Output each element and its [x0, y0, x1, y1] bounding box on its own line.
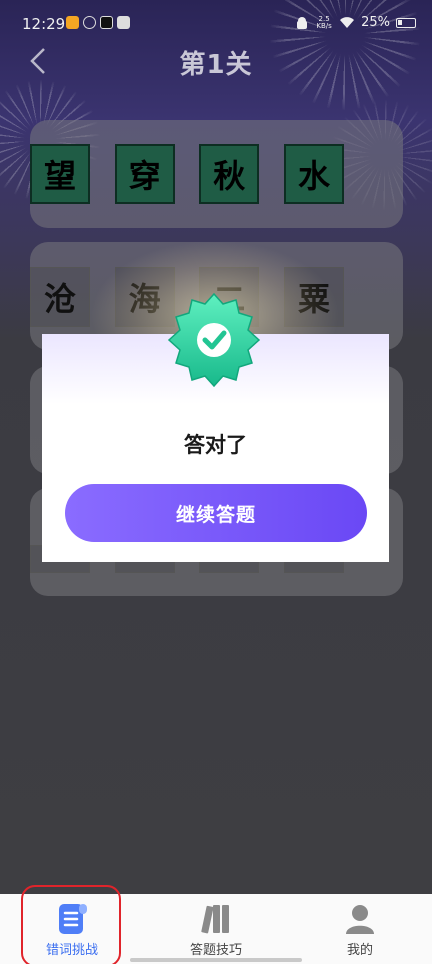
dialog-title: 答对了 [184, 433, 247, 457]
nav-item-profile[interactable]: 我的 [288, 894, 432, 964]
notification-icons [66, 16, 130, 29]
nav-item-answer-tips[interactable]: 答题技巧 [144, 894, 288, 964]
char-tile[interactable]: 穿 [114, 144, 175, 204]
wifi-icon [340, 17, 355, 28]
status-bar: 12:29 2.5 KB/s 25% [0, 0, 432, 50]
home-indicator[interactable] [130, 958, 302, 962]
idiom-row-1: 望 穿 秋 水 [30, 144, 344, 204]
message-icon [117, 16, 130, 29]
status-time: 12:29 [22, 15, 66, 33]
sync-icon [83, 16, 96, 29]
char-tile[interactable]: 水 [283, 144, 344, 204]
char-tile[interactable]: 沧 [30, 267, 90, 327]
android-icon [297, 16, 308, 29]
status-right: 2.5 KB/s 25% [295, 15, 416, 30]
nav-label: 我的 [346, 943, 373, 958]
page-title: 第1关 [179, 50, 253, 80]
char-tile[interactable]: 望 [30, 144, 90, 204]
books-icon [201, 905, 229, 934]
network-speed: 2.5 KB/s [316, 14, 332, 30]
char-tile[interactable]: 秋 [199, 144, 260, 204]
nav-label: 答题技巧 [189, 943, 242, 958]
highlight-annotation [21, 885, 121, 964]
weibo-icon [66, 16, 79, 29]
tiktok-icon [100, 16, 113, 29]
user-icon [346, 905, 374, 934]
continue-button[interactable]: 继续答题 [65, 484, 367, 542]
battery-percent: 25% [361, 15, 390, 30]
battery-icon [396, 17, 416, 28]
checkmark-badge-icon [167, 292, 261, 388]
